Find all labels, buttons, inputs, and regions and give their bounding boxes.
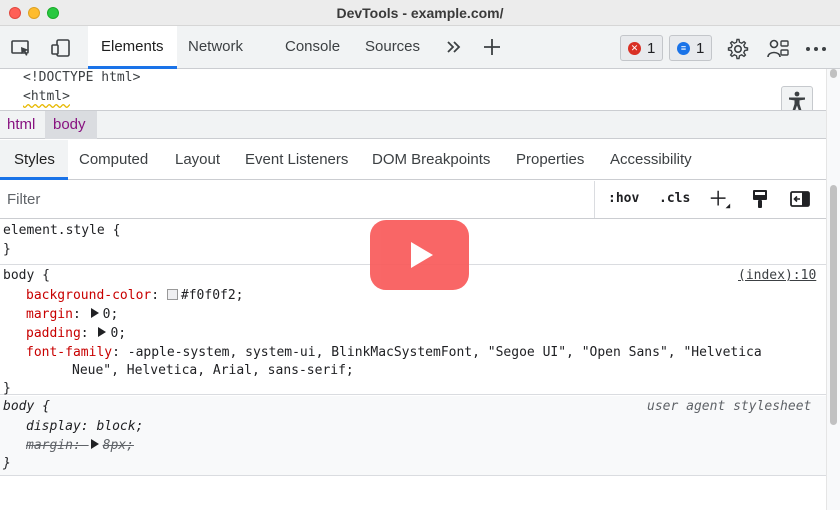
- rule-close-brace: }: [3, 456, 11, 471]
- css-declaration: display: block;: [26, 419, 144, 434]
- css-declaration[interactable]: padding: 0;: [26, 325, 126, 343]
- settings-gear-icon[interactable]: [726, 37, 750, 61]
- play-icon: [410, 242, 433, 268]
- new-style-rule-icon[interactable]: [708, 187, 732, 211]
- device-toolbar-icon[interactable]: [49, 36, 73, 60]
- property-name: margin: [26, 438, 73, 453]
- rule-selector[interactable]: element.style {: [3, 222, 120, 240]
- dom-node-doctype[interactable]: <!DOCTYPE html>: [23, 70, 140, 85]
- tab-elements[interactable]: Elements: [101, 38, 164, 55]
- breadcrumb-body[interactable]: body: [53, 116, 86, 133]
- css-declaration[interactable]: margin: 0;: [26, 306, 118, 324]
- property-name[interactable]: font-family: [26, 345, 112, 360]
- css-declaration[interactable]: font-family: -apple-system, system-ui, B…: [26, 344, 762, 362]
- message-icon: ≡: [677, 41, 690, 55]
- error-count-badge[interactable]: ✕ 1: [620, 35, 664, 61]
- styles-scroll-thumb[interactable]: [830, 185, 837, 425]
- dom-scroll-thumb[interactable]: [830, 69, 837, 78]
- property-value[interactable]: #f0f0f2;: [181, 288, 244, 303]
- vertical-scrollbar[interactable]: [826, 69, 840, 510]
- overridden-declaration: margin: 8px;: [26, 438, 134, 453]
- tab-computed[interactable]: Computed: [79, 151, 148, 168]
- rule-source-link[interactable]: (index):10: [738, 267, 816, 285]
- error-icon: ✕: [628, 41, 641, 55]
- inspect-icon[interactable]: [9, 36, 33, 60]
- message-count: 1: [696, 39, 705, 57]
- window-titlebar: DevTools - example.com/: [0, 0, 840, 26]
- tab-event-listeners[interactable]: Event Listeners: [245, 151, 348, 168]
- property-value-continuation[interactable]: Neue", Helvetica, Arial, sans-serif;: [72, 362, 354, 380]
- window-title: DevTools - example.com/: [336, 5, 504, 21]
- tab-network[interactable]: Network: [188, 38, 243, 55]
- tab-accessibility[interactable]: Accessibility: [610, 151, 692, 168]
- breadcrumb-html[interactable]: html: [7, 116, 35, 133]
- rule-selector[interactable]: body {: [3, 267, 50, 285]
- double-chevron-right-icon[interactable]: [442, 35, 466, 59]
- dom-tree: <!DOCTYPE html> <html>: [0, 69, 826, 109]
- expand-triangle-icon[interactable]: [98, 327, 107, 337]
- tab-console[interactable]: Console: [285, 38, 340, 55]
- tab-properties[interactable]: Properties: [516, 151, 584, 168]
- css-declaration[interactable]: background-color: #f0f0f2;: [26, 287, 244, 305]
- property-value[interactable]: 0;: [103, 307, 119, 322]
- message-count-badge[interactable]: ≡ 1: [669, 35, 713, 61]
- tab-styles[interactable]: Styles: [14, 151, 55, 168]
- expand-triangle-icon[interactable]: [90, 308, 99, 318]
- filter-input[interactable]: [0, 181, 595, 218]
- hover-state-toggle[interactable]: :hov: [608, 191, 639, 206]
- tab-sources[interactable]: Sources: [365, 38, 420, 55]
- property-name[interactable]: background-color: [26, 288, 151, 303]
- customize-icon[interactable]: [766, 37, 790, 61]
- property-value: 8px;: [102, 438, 134, 453]
- property-value: block;: [96, 419, 144, 434]
- color-swatch[interactable]: [166, 289, 178, 300]
- active-subtab-indicator: [0, 177, 68, 180]
- property-name[interactable]: margin: [26, 307, 73, 322]
- more-menu-icon[interactable]: [804, 37, 828, 61]
- expand-triangle-icon[interactable]: [90, 439, 99, 449]
- property-name[interactable]: padding: [26, 326, 81, 341]
- styles-subtabs: Styles Computed Layout Event Listeners D…: [0, 140, 840, 180]
- tab-layout[interactable]: Layout: [175, 151, 220, 168]
- breadcrumb: html body: [0, 110, 840, 139]
- rule-source-label: user agent stylesheet: [647, 399, 812, 414]
- user-agent-style-rule: body { user agent stylesheet display: bl…: [0, 396, 826, 476]
- property-name: display: [26, 419, 81, 434]
- styles-filter-bar: :hov .cls: [0, 181, 826, 219]
- toggle-sidebar-icon[interactable]: [788, 187, 812, 211]
- property-value[interactable]: 0;: [110, 326, 126, 341]
- play-video-button[interactable]: [370, 220, 469, 290]
- paint-brush-icon[interactable]: [748, 187, 772, 211]
- rule-close-brace: }: [3, 242, 11, 257]
- class-toggle[interactable]: .cls: [659, 191, 690, 206]
- error-count: 1: [647, 39, 656, 57]
- tab-dom-breakpoints[interactable]: DOM Breakpoints: [372, 151, 490, 168]
- property-value[interactable]: -apple-system, system-ui, BlinkMacSystem…: [128, 345, 762, 360]
- dom-node-html[interactable]: <html>: [23, 89, 70, 104]
- rule-selector: body {: [3, 399, 50, 414]
- plus-icon[interactable]: [480, 35, 504, 59]
